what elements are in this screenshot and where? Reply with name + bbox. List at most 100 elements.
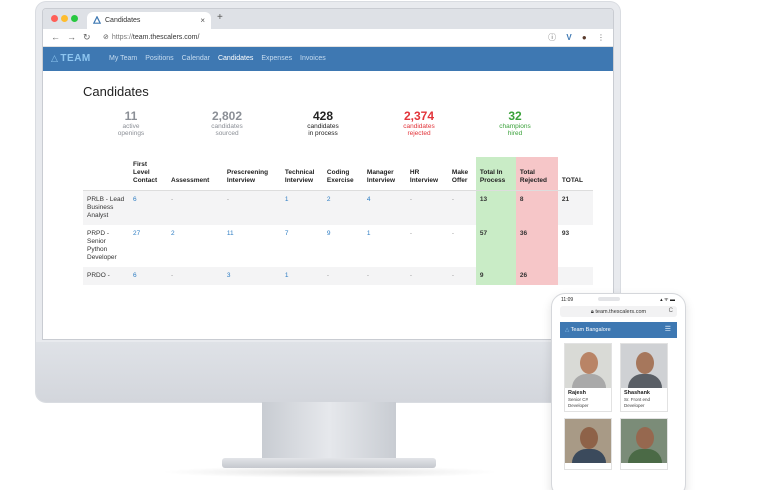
menu-invoices[interactable]: Invoices — [300, 55, 326, 62]
browser-tab-bar: Candidates × + — [43, 9, 613, 29]
minimize-window-dot[interactable] — [61, 15, 68, 22]
count-cell[interactable]: 6 — [129, 267, 167, 285]
column-header[interactable]: Manager Interview — [362, 157, 406, 191]
phone-speaker — [598, 297, 620, 301]
member-photo — [565, 344, 611, 388]
maximize-window-dot[interactable] — [71, 15, 78, 22]
count-cell[interactable]: 6 — [129, 190, 167, 225]
menu-candidates[interactable]: Candidates — [218, 55, 253, 62]
close-window-dot[interactable] — [51, 15, 58, 22]
phone-nav-title: Team Bangalore — [570, 327, 611, 333]
menu-expenses[interactable]: Expenses — [261, 55, 292, 62]
team-logo[interactable]: △ TEAM — [51, 53, 91, 64]
in-process-cell: 57 — [475, 225, 516, 267]
stat-label: active — [122, 123, 140, 130]
forward-arrow-icon[interactable]: → — [67, 32, 76, 42]
position-cell: PRPD - Senior Python Developer — [87, 230, 117, 261]
stat-number: 11 — [124, 109, 138, 123]
column-header[interactable]: TOTAL — [557, 157, 593, 191]
team-member-card[interactable] — [564, 418, 612, 470]
count-cell[interactable]: 4 — [362, 190, 406, 225]
count-cell[interactable]: 27 — [129, 225, 167, 267]
monitor-stand-foot — [222, 458, 436, 468]
menu-positions[interactable]: Positions — [145, 55, 173, 62]
column-header — [83, 157, 129, 191]
count-cell[interactable]: 2 — [167, 225, 223, 267]
url-field[interactable]: ⊘ https://team.thescalers.com/ — [103, 33, 199, 41]
candidates-table: First Level Contact Assessment Prescreen… — [83, 157, 593, 285]
team-member-card[interactable]: Rajesh Senior C# Developer — [564, 343, 612, 412]
count-cell[interactable]: 1 — [280, 267, 323, 285]
count-cell: - — [447, 267, 476, 285]
count-cell[interactable]: 1 — [363, 225, 406, 267]
photo-head — [636, 352, 654, 374]
page-content: Candidates 11 active openings 2,802 cand… — [43, 84, 613, 285]
count-cell: - — [167, 267, 223, 285]
column-header[interactable]: Prescreening Interview — [222, 157, 281, 191]
menu-my-team[interactable]: My Team — [109, 55, 137, 62]
stat-label: candidates — [307, 123, 339, 130]
count-cell[interactable]: 7 — [281, 225, 323, 267]
column-header[interactable]: Technical Interview — [280, 157, 323, 191]
column-header[interactable]: Assessment — [167, 157, 223, 191]
browser-window: Candidates × + ← → ↻ ⊘ https://team.thesc… — [42, 8, 614, 340]
count-cell: - — [405, 190, 448, 225]
hamburger-menu-icon[interactable]: ☰ — [665, 325, 671, 333]
column-header[interactable]: First Level Contact — [129, 157, 167, 191]
column-header[interactable]: HR Interview — [405, 157, 448, 191]
total-cell — [557, 267, 593, 285]
count-cell[interactable]: 2 — [322, 190, 363, 225]
table-header-row: First Level Contact Assessment Prescreen… — [83, 157, 593, 191]
column-header[interactable]: Total Rejected — [515, 157, 558, 191]
tab-title: Candidates — [105, 17, 141, 24]
column-header[interactable]: Total In Process — [475, 157, 516, 191]
member-role — [621, 465, 667, 469]
in-process-cell: 13 — [475, 190, 516, 225]
count-cell[interactable]: 3 — [222, 267, 281, 285]
count-cell[interactable]: 1 — [280, 190, 323, 225]
signal-battery-icon: ▴ ᯤ ▬ — [660, 297, 675, 303]
tab-close-icon[interactable]: × — [200, 16, 205, 25]
count-cell: - — [167, 190, 223, 225]
team-member-card[interactable]: Shashank Sr. Front end Developer — [620, 343, 668, 412]
profile-avatar-icon[interactable]: ● — [582, 33, 587, 42]
total-cell: 93 — [561, 230, 570, 237]
stat-label: in process — [308, 130, 338, 137]
browser-tab[interactable]: Candidates × — [87, 12, 211, 29]
photo-body — [628, 374, 662, 388]
phone-status-bar: 11:09 ▴ ᯤ ▬ — [552, 294, 685, 306]
phone-nav-title-wrap: △ Team Bangalore — [565, 327, 611, 333]
reload-icon[interactable]: ↻ — [83, 32, 91, 43]
column-header[interactable]: Coding Exercise — [322, 157, 363, 191]
page-title: Candidates — [83, 84, 149, 99]
back-arrow-icon[interactable]: ← — [51, 32, 60, 42]
monitor-chin — [36, 342, 620, 402]
stat-label: champions — [499, 123, 531, 130]
count-cell: - — [222, 190, 281, 225]
extension-icon[interactable]: V — [566, 33, 571, 42]
member-role: Sr. Front end Developer — [624, 397, 651, 408]
member-role — [565, 465, 611, 469]
team-member-card[interactable] — [620, 418, 668, 470]
browser-toolbar-icons: ⓘ V ● ⋮ — [540, 32, 605, 43]
count-cell[interactable]: 11 — [223, 225, 281, 267]
desktop-monitor: Candidates × + ← → ↻ ⊘ https://team.thesc… — [36, 2, 620, 402]
column-header[interactable]: Make Offer — [447, 157, 476, 191]
phone-reload-icon[interactable]: C — [669, 308, 673, 314]
stat-label: candidates — [211, 123, 243, 130]
photo-body — [572, 449, 606, 463]
table-row[interactable]: PRPD - Senior Python Developer 27 2 11 7… — [83, 225, 593, 267]
rejected-cell: 36 — [515, 225, 558, 267]
phone-url-bar[interactable]: 🔒︎ team.thescalers.com C — [560, 306, 677, 317]
monitor-stand-neck — [262, 402, 396, 460]
new-tab-icon[interactable]: + — [217, 12, 223, 23]
phone-time: 11:09 — [561, 297, 574, 303]
member-name: Rajesh — [568, 390, 587, 396]
table-row[interactable]: PRDO - 6 - 3 1 - - - - 9 26 — [83, 267, 593, 285]
table-row[interactable]: PRLB - Lead Business Analyst 6 - - 1 2 4… — [83, 190, 593, 225]
info-icon[interactable]: ⓘ — [548, 33, 556, 42]
menu-calendar[interactable]: Calendar — [182, 55, 210, 62]
member-photo — [565, 419, 611, 463]
count-cell[interactable]: 9 — [323, 225, 363, 267]
more-menu-icon[interactable]: ⋮ — [597, 33, 605, 42]
